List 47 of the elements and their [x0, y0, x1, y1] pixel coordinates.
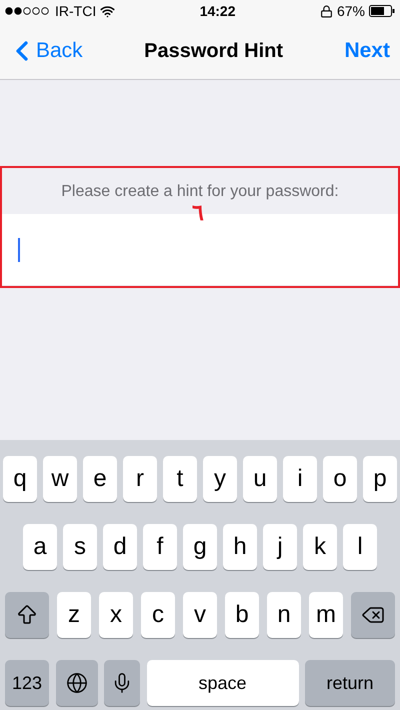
letter-key[interactable]: h [223, 524, 257, 570]
letter-key[interactable]: y [203, 456, 237, 502]
letter-key[interactable]: g [183, 524, 217, 570]
letter-key[interactable]: p [363, 456, 397, 502]
letter-key[interactable]: q [3, 456, 37, 502]
letter-key[interactable]: x [99, 592, 133, 638]
carrier-name: IR-TCI [55, 2, 96, 20]
letter-key[interactable]: b [225, 592, 259, 638]
letter-key[interactable]: t [163, 456, 197, 502]
letter-key[interactable]: m [309, 592, 343, 638]
letter-key[interactable]: j [263, 524, 297, 570]
letter-key[interactable]: a [23, 524, 57, 570]
battery-percent: 67% [336, 2, 365, 20]
letter-key[interactable]: o [323, 456, 357, 502]
signal-icon [5, 7, 51, 15]
letter-key[interactable]: i [283, 456, 317, 502]
numbers-key[interactable]: 123 [5, 660, 49, 706]
battery-icon [369, 5, 395, 17]
delete-key[interactable] [351, 592, 395, 638]
letter-key[interactable]: d [103, 524, 137, 570]
letter-key[interactable]: v [183, 592, 217, 638]
space-key[interactable]: space [146, 660, 298, 706]
globe-icon [66, 672, 88, 694]
shift-key[interactable] [5, 592, 49, 638]
letter-key[interactable]: k [303, 524, 337, 570]
text-cursor [18, 238, 20, 262]
annotation-number: ٦ [192, 202, 204, 224]
return-key[interactable]: return [305, 660, 395, 706]
microphone-key[interactable] [104, 660, 140, 706]
letter-key[interactable]: c [141, 592, 175, 638]
hint-prompt: Please create a hint for your password: [61, 182, 339, 202]
letter-key[interactable]: z [57, 592, 91, 638]
letter-key[interactable]: e [83, 456, 117, 502]
letter-key[interactable]: u [243, 456, 277, 502]
globe-key[interactable] [56, 660, 98, 706]
clock-time: 14:22 [200, 2, 236, 20]
letter-key[interactable]: f [143, 524, 177, 570]
shift-arrow-icon [15, 603, 39, 627]
letter-key[interactable]: w [43, 456, 77, 502]
letter-key[interactable]: l [343, 524, 377, 570]
wifi-icon [100, 4, 116, 18]
letter-key[interactable]: s [63, 524, 97, 570]
letter-key[interactable]: n [267, 592, 301, 638]
next-button[interactable]: Next [344, 34, 394, 66]
letter-key[interactable]: r [123, 456, 157, 502]
back-button[interactable]: Back [6, 34, 83, 66]
screen-title: Password Hint [144, 38, 284, 64]
